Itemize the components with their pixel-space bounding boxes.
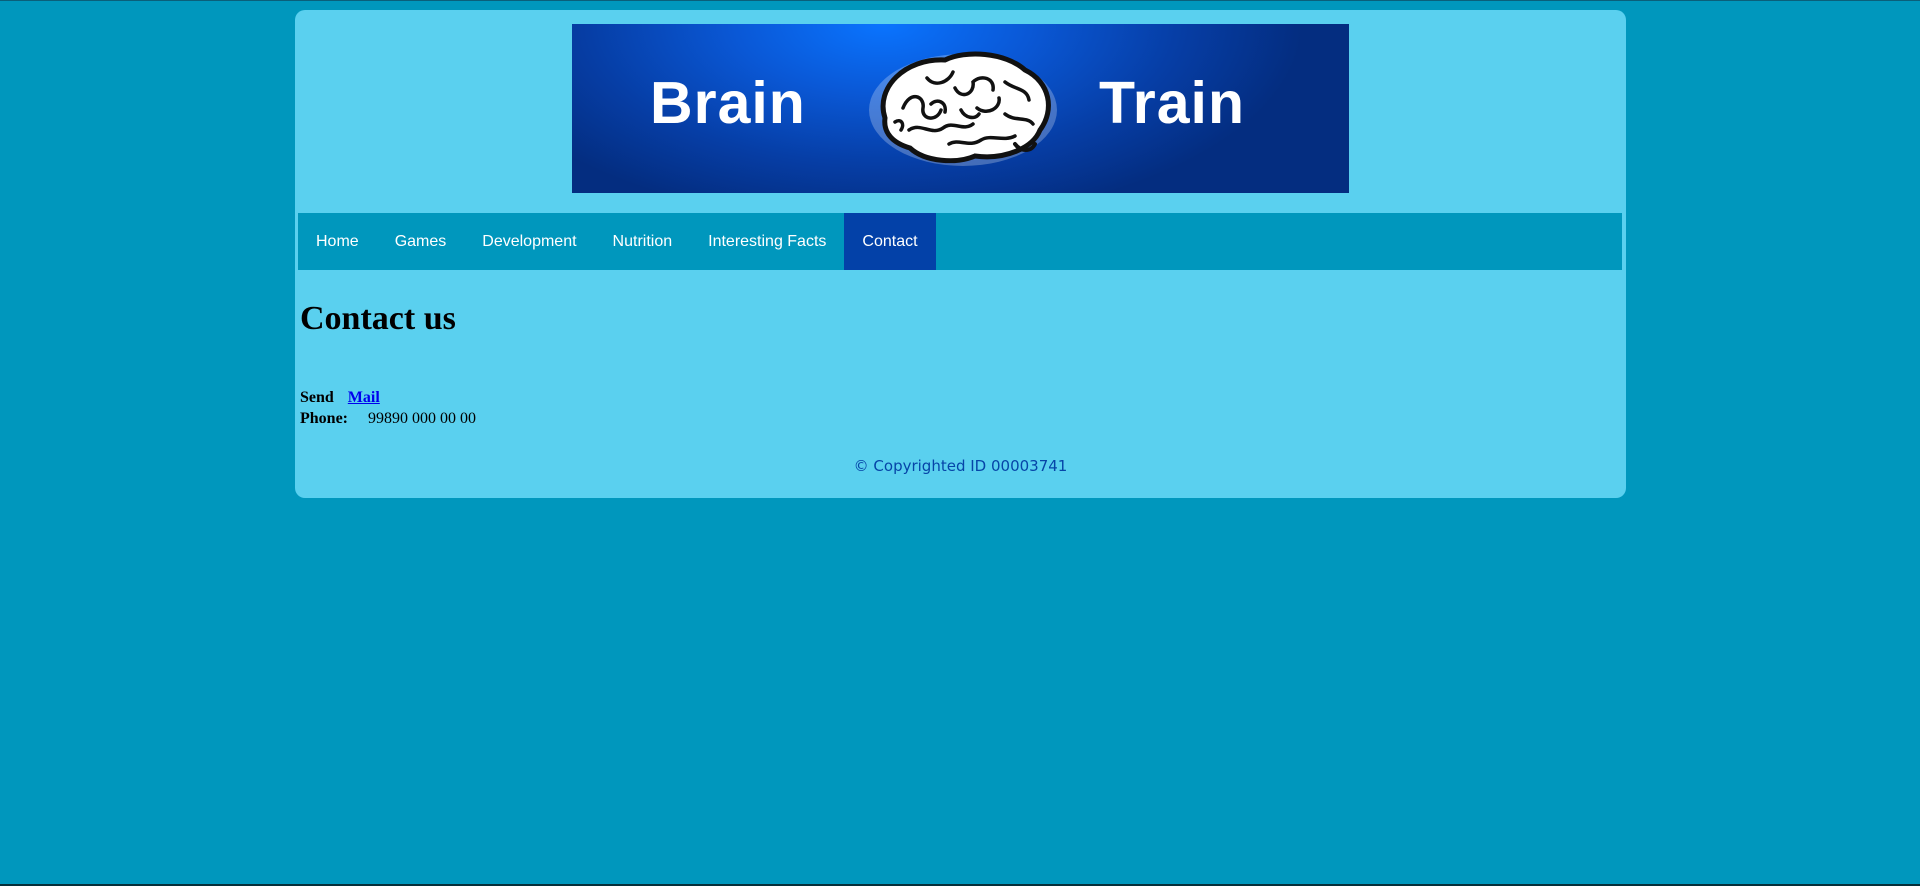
mail-link[interactable]: Mail <box>348 389 380 406</box>
phone-row: Phone: 99890 000 00 00 <box>300 410 476 428</box>
top-border <box>0 0 1920 1</box>
phone-value: 99890 000 00 00 <box>368 410 476 427</box>
copyright-text: © Copyrighted ID 00003741 <box>853 457 1068 475</box>
banner-word-brain: Brain <box>650 70 806 136</box>
nav-item-contact[interactable]: Contact <box>844 213 936 270</box>
send-label: Send <box>300 389 334 406</box>
nav-item-interesting-facts[interactable]: Interesting Facts <box>690 213 844 270</box>
page-title: Contact us <box>300 300 456 337</box>
nav-item-nutrition[interactable]: Nutrition <box>595 213 691 270</box>
banner-word-train: Train <box>1099 70 1245 136</box>
main-navigation: Home Games Development Nutrition Interes… <box>298 213 1622 270</box>
nav-item-games[interactable]: Games <box>377 213 465 270</box>
nav-item-development[interactable]: Development <box>464 213 594 270</box>
phone-label: Phone: <box>300 410 348 427</box>
header-banner: Brain Train <box>572 24 1349 193</box>
page-container: Brain Train Home Games Development Nutri… <box>295 10 1626 498</box>
brain-icon <box>869 51 1057 166</box>
nav-item-home[interactable]: Home <box>298 213 377 270</box>
send-mail-row: Send Mail <box>300 389 380 407</box>
